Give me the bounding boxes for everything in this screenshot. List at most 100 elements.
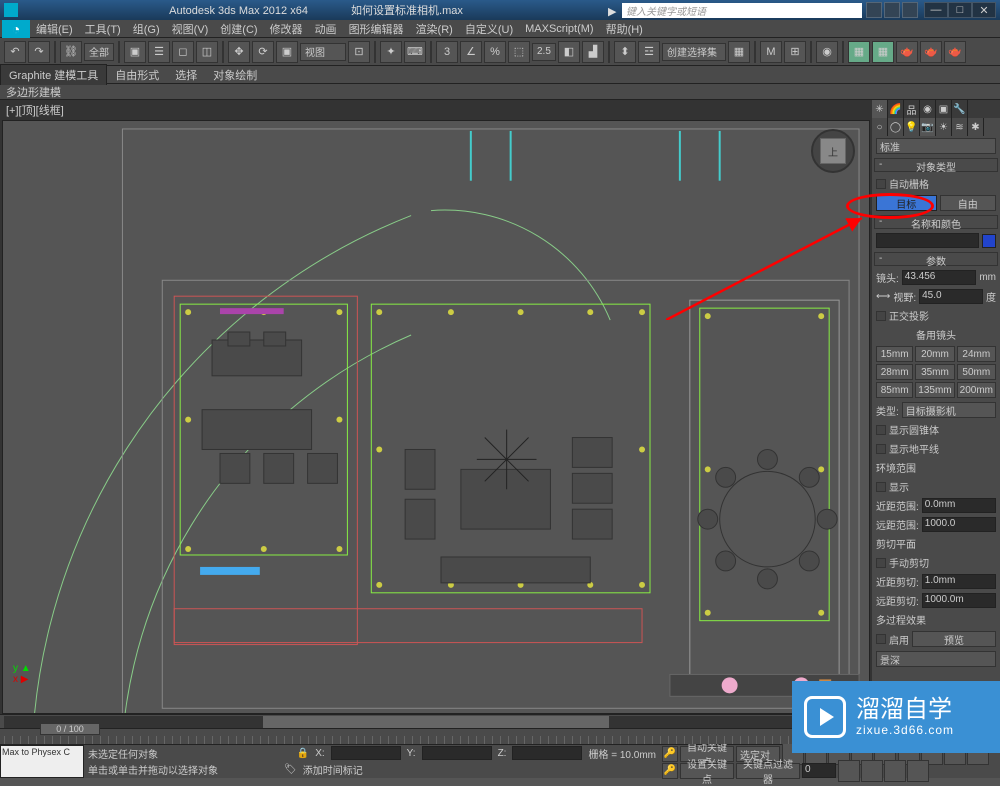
env-show-checkbox[interactable] [876,482,886,492]
close-button[interactable]: ✕ [972,2,996,18]
fov-spinner[interactable]: 45.0 [919,289,983,304]
menu-create[interactable]: 创建(C) [214,21,263,37]
hierarchy-tab[interactable]: 品 [904,100,920,118]
rollout-parameters[interactable]: 参数 [874,252,998,266]
viewport-top[interactable]: 上 y ▲x ▶ [2,120,870,714]
camera-category-dropdown[interactable]: 标准 [876,138,996,154]
create-tab[interactable]: ✳ [872,100,888,118]
mpass-effect-dropdown[interactable]: 景深 [876,651,996,667]
cat-cameras[interactable]: 📷 [920,118,936,136]
preset-20mm[interactable]: 20mm [915,346,954,362]
render-setup-button[interactable]: ▦ [848,41,870,63]
graphite-button[interactable]: ▦ [728,41,750,63]
ortho-checkbox[interactable] [876,311,886,321]
set-key-icon[interactable]: 🔑 [662,763,678,779]
preset-24mm[interactable]: 24mm [957,346,996,362]
render-iter-button[interactable]: 🫖 [944,41,966,63]
manual-clip-checkbox[interactable] [876,558,886,568]
percent-snap-button[interactable]: % [484,41,506,63]
object-name-input[interactable] [876,233,979,248]
selection-filter[interactable]: 全部 [84,43,114,61]
cat-geometry[interactable]: ○ [872,118,888,136]
select-rect-button[interactable]: ◻ [172,41,194,63]
pivot-button[interactable]: ⊡ [348,41,370,63]
cat-helpers[interactable]: ☀ [936,118,952,136]
move-button[interactable]: ✥ [228,41,250,63]
show-cone-checkbox[interactable] [876,425,886,435]
ribbon-selection-tab[interactable]: 选择 [167,65,205,85]
keyboard-shortcut-button[interactable]: ⌨ [404,41,426,63]
menu-customize[interactable]: 自定义(U) [459,21,519,37]
angle-snap-button[interactable]: ∠ [460,41,482,63]
help-icon[interactable] [902,2,918,18]
cat-shapes[interactable]: ◯ [888,118,904,136]
edit-named-sel-button[interactable]: ◧ [558,41,580,63]
layer-button[interactable]: ☲ [638,41,660,63]
menu-views[interactable]: 视图(V) [166,21,215,37]
curve-editor-button[interactable]: M [760,41,782,63]
near-clip-spinner[interactable]: 1.0mm [922,574,996,589]
align-button[interactable]: ⬍ [614,41,636,63]
viewcube[interactable]: 上 [811,129,855,173]
cat-lights[interactable]: 💡 [904,118,920,136]
spinner-value[interactable]: 2.5 [532,43,556,61]
coord-z-input[interactable] [512,746,582,760]
snap-toggle-button[interactable]: 3 [436,41,458,63]
viewport-nav-8[interactable] [907,760,929,782]
key-mode-button[interactable]: 🔑 [662,746,678,762]
ribbon-objectpaint-tab[interactable]: 对象绘制 [205,65,265,85]
comm-center-icon[interactable] [866,2,882,18]
object-color-button[interactable] [982,234,996,248]
key-filters-button[interactable]: 关键点过滤器 [736,763,800,779]
lens-spinner[interactable]: 43.456 [902,270,977,285]
mirror-button[interactable]: ▟ [582,41,604,63]
rollout-object-type[interactable]: 对象类型 [874,158,998,172]
menu-maxscript[interactable]: MAXScript(M) [519,23,599,35]
show-horizon-checkbox[interactable] [876,444,886,454]
app-menu-button[interactable]: ◔ [2,20,30,38]
minimize-button[interactable]: — [924,2,948,18]
preset-15mm[interactable]: 15mm [876,346,913,362]
manipulate-button[interactable]: ✦ [380,41,402,63]
ribbon-freeform-tab[interactable]: 自由形式 [107,65,167,85]
menu-rendering[interactable]: 渲染(R) [410,21,459,37]
rendered-frame-button[interactable]: ▦ [872,41,894,63]
preset-200mm[interactable]: 200mm [957,382,996,398]
scale-button[interactable]: ▣ [276,41,298,63]
menu-group[interactable]: 组(G) [127,21,166,37]
mpass-preview-button[interactable]: 预览 [912,631,996,647]
utilities-tab[interactable]: 🔧 [952,100,968,118]
far-clip-spinner[interactable]: 1000.0m [922,593,996,608]
far-range-spinner[interactable]: 1000.0 [922,517,996,532]
menu-modifiers[interactable]: 修改器 [264,21,309,37]
select-name-button[interactable]: ☰ [148,41,170,63]
current-frame-spinner[interactable]: 0 [802,763,836,778]
coord-x-input[interactable] [331,746,401,760]
redo-button[interactable]: ↷ [28,41,50,63]
viewcube-face-top[interactable]: 上 [820,138,846,164]
preset-85mm[interactable]: 85mm [876,382,913,398]
menu-animation[interactable]: 动画 [309,21,343,37]
menu-help[interactable]: 帮助(H) [600,21,649,37]
render-button[interactable]: 🫖 [896,41,918,63]
near-range-spinner[interactable]: 0.0mm [922,498,996,513]
free-camera-button[interactable]: 自由 [940,195,997,211]
time-slider-handle[interactable]: 0 / 100 [40,723,100,735]
rotate-button[interactable]: ⟳ [252,41,274,63]
window-crossing-button[interactable]: ◫ [196,41,218,63]
preset-35mm[interactable]: 35mm [915,364,954,380]
render-prod-button[interactable]: 🫖 [920,41,942,63]
link-button[interactable]: ⛓ [60,41,82,63]
viewport-label[interactable]: [+][顶][线框] [0,100,872,120]
motion-tab[interactable]: ◉ [920,100,936,118]
viewport-scrollbar[interactable] [0,714,872,728]
ribbon-modeling-tab[interactable]: Graphite 建模工具 [0,64,107,85]
select-object-button[interactable]: ▣ [124,41,146,63]
modify-tab[interactable]: 🌈 [888,100,904,118]
preset-28mm[interactable]: 28mm [876,364,913,380]
menu-grapheditors[interactable]: 图形编辑器 [343,21,410,37]
auto-grid-checkbox[interactable] [876,179,886,189]
spinner-snap-button[interactable]: ⬚ [508,41,530,63]
coord-y-input[interactable] [422,746,492,760]
undo-button[interactable]: ↶ [4,41,26,63]
